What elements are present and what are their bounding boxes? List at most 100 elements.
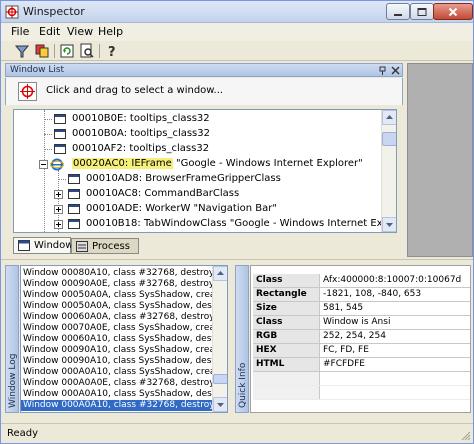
help-icon[interactable]: ? bbox=[103, 42, 121, 60]
log-entry[interactable]: Window 00060A10, class SysShadow, destro… bbox=[21, 334, 214, 345]
tree-scrollbar[interactable] bbox=[381, 110, 396, 232]
tree-item[interactable]: 00010B18: TabWindowClass "Google - Windo… bbox=[14, 217, 396, 232]
pin-icon[interactable] bbox=[378, 66, 387, 75]
log-entry[interactable]: Window 00090A10, class SysShadow, destro… bbox=[21, 356, 214, 367]
tree-item[interactable]: 00010B0E: tooltips_class32 bbox=[14, 112, 382, 127]
quick-info-sidebar: Quick Info bbox=[235, 265, 249, 413]
tab-window-label: Window bbox=[34, 240, 74, 251]
window-log-list[interactable]: Window 00080A10, class #32768, destroyed… bbox=[20, 265, 228, 413]
tree-item[interactable]: 00010AD8: BrowserFrameGripperClass bbox=[14, 172, 382, 187]
tree-item[interactable]: 00010B0A: tooltips_class32 bbox=[14, 127, 382, 142]
minimize-icon bbox=[394, 13, 402, 16]
splitter[interactable] bbox=[1, 259, 473, 263]
quick-info-value: #FCFDFE bbox=[323, 359, 365, 369]
quick-info-value: 581, 545 bbox=[323, 303, 364, 313]
tab-process-label: Process bbox=[92, 241, 130, 252]
quick-info-key: HTML format bbox=[253, 358, 320, 382]
expand-icon[interactable] bbox=[54, 220, 63, 229]
resize-grip-icon[interactable] bbox=[459, 429, 471, 441]
quick-info-key: Class specific bbox=[253, 316, 320, 340]
quick-info-value: Afx:400000:8:10007:0:10067d bbox=[323, 275, 462, 285]
minimize-button[interactable] bbox=[386, 3, 410, 20]
log-entry[interactable]: Window 00050A0A, class SysShadow, create… bbox=[21, 290, 214, 301]
menu-bar: File Edit View Help bbox=[1, 23, 473, 41]
selected-window-handle: 00020AC0: IEFrame bbox=[72, 158, 173, 169]
log-entry[interactable]: Window 00080A10, class #32768, destroyed… bbox=[21, 268, 214, 279]
quick-info-value: 252, 254, 254 bbox=[323, 331, 386, 341]
quick-info-row: Class specific Window is Ansi bbox=[253, 316, 470, 340]
window-node-icon bbox=[68, 204, 80, 214]
find-icon[interactable] bbox=[78, 42, 96, 60]
status-bar: Ready bbox=[1, 423, 473, 443]
maximize-button[interactable] bbox=[410, 3, 434, 20]
scroll-down-button[interactable] bbox=[382, 217, 396, 232]
quick-info-value: Window is Ansi bbox=[323, 317, 391, 327]
tree-item-label: "Google - Windows Internet Explorer" bbox=[172, 158, 363, 169]
log-entry[interactable]: Window 00090A10, class SysShadow, create… bbox=[21, 345, 214, 356]
tree-connector bbox=[44, 119, 52, 120]
scroll-thumb[interactable] bbox=[382, 132, 396, 146]
log-entry[interactable]: Window 00090A0E, class #32768, destroyed bbox=[21, 279, 214, 290]
log-scrollbar[interactable] bbox=[212, 266, 227, 412]
collapse-icon[interactable] bbox=[39, 160, 48, 169]
refresh-icon[interactable] bbox=[58, 42, 76, 60]
scroll-up-button[interactable] bbox=[213, 266, 227, 281]
tree-item-label: 00010ADE: WorkerW "Navigation Bar" bbox=[86, 203, 277, 214]
process-tab-icon bbox=[76, 241, 88, 252]
window-list-tabs: Window Process bbox=[13, 237, 403, 254]
window-tree[interactable]: 00010B0E: tooltips_class32 00010B0A: too… bbox=[13, 109, 397, 233]
filter-icon[interactable] bbox=[13, 42, 31, 60]
tree-item[interactable]: 00010AC8: CommandBarClass bbox=[14, 187, 382, 202]
target-crosshair-icon[interactable] bbox=[18, 82, 37, 101]
quick-info-row: HEX FC, FD, FE bbox=[253, 344, 470, 358]
menu-file[interactable]: File bbox=[11, 25, 29, 38]
scroll-up-button[interactable] bbox=[382, 110, 396, 125]
window-node-icon bbox=[54, 129, 66, 139]
quick-info-empty-key bbox=[253, 372, 320, 385]
tab-window[interactable]: Window bbox=[13, 237, 74, 254]
window-list-title: Window List bbox=[10, 65, 65, 75]
log-entry[interactable]: Window 00050A0A, class SysShadow, destro… bbox=[21, 301, 214, 312]
tree-item-label: 00010B0E: tooltips_class32 bbox=[72, 113, 210, 124]
expand-icon[interactable] bbox=[54, 205, 63, 214]
tab-process[interactable]: Process bbox=[71, 238, 139, 254]
window-tab-icon bbox=[18, 240, 30, 251]
title-bar[interactable]: Winspector bbox=[1, 1, 473, 23]
close-button[interactable] bbox=[433, 3, 473, 20]
window-node-icon bbox=[68, 174, 80, 184]
toolbar-separator bbox=[54, 44, 55, 58]
log-entry-selected[interactable]: Window 000A0A10, class #32768, destroyed… bbox=[21, 400, 214, 411]
pane-close-icon[interactable] bbox=[391, 66, 400, 75]
window-title: Winspector bbox=[23, 5, 85, 18]
quick-info-empty-row bbox=[253, 386, 470, 400]
window-list-header: Window List bbox=[5, 63, 403, 77]
quick-info-value: FC, FD, FE bbox=[323, 345, 369, 355]
scroll-down-button[interactable] bbox=[213, 397, 227, 412]
quick-info-row: HTML format #FCFDFE bbox=[253, 358, 470, 382]
menu-view[interactable]: View bbox=[67, 25, 93, 38]
arrow-down-icon bbox=[386, 223, 393, 227]
quick-info-row: Rectangle -1821, 108, -840, 653 bbox=[253, 288, 470, 302]
scroll-thumb[interactable] bbox=[213, 374, 227, 384]
close-icon bbox=[448, 7, 458, 16]
quick-info-key: HEX bbox=[253, 344, 320, 357]
tree-item[interactable]: 00010AF2: tooltips_class32 bbox=[14, 142, 382, 157]
toolbar: ? bbox=[1, 41, 473, 61]
quick-info-key: Class bbox=[253, 274, 320, 287]
menu-edit[interactable]: Edit bbox=[39, 25, 60, 38]
tree-item[interactable]: 00010ADE: WorkerW "Navigation Bar" bbox=[14, 202, 382, 217]
expand-icon[interactable] bbox=[54, 190, 63, 199]
log-entry[interactable]: Window 000A0A0E, class #32768, destroyed… bbox=[21, 378, 214, 389]
log-entry[interactable]: Window 000A0A10, class SysShadow, destro… bbox=[21, 389, 214, 400]
log-entry[interactable]: Window 000A0A10, class SysShadow, create… bbox=[21, 367, 214, 378]
menu-help[interactable]: Help bbox=[98, 25, 123, 38]
window-node-icon bbox=[68, 219, 80, 229]
window-log-sidebar: Window Log bbox=[5, 265, 19, 413]
windows-icon[interactable] bbox=[33, 42, 51, 60]
log-entry[interactable]: Window 00070A0E, class SysShadow, create… bbox=[21, 323, 214, 334]
tree-item-label: 00010AF2: tooltips_class32 bbox=[72, 143, 210, 154]
tree-item-selected[interactable]: 00020AC0: IEFrame "Google - Windows Inte… bbox=[14, 157, 382, 172]
log-entry[interactable]: Window 00060A0A, class #32768, destroyed… bbox=[21, 312, 214, 323]
window-node-icon bbox=[54, 114, 66, 124]
empty-dock-area bbox=[407, 63, 473, 257]
